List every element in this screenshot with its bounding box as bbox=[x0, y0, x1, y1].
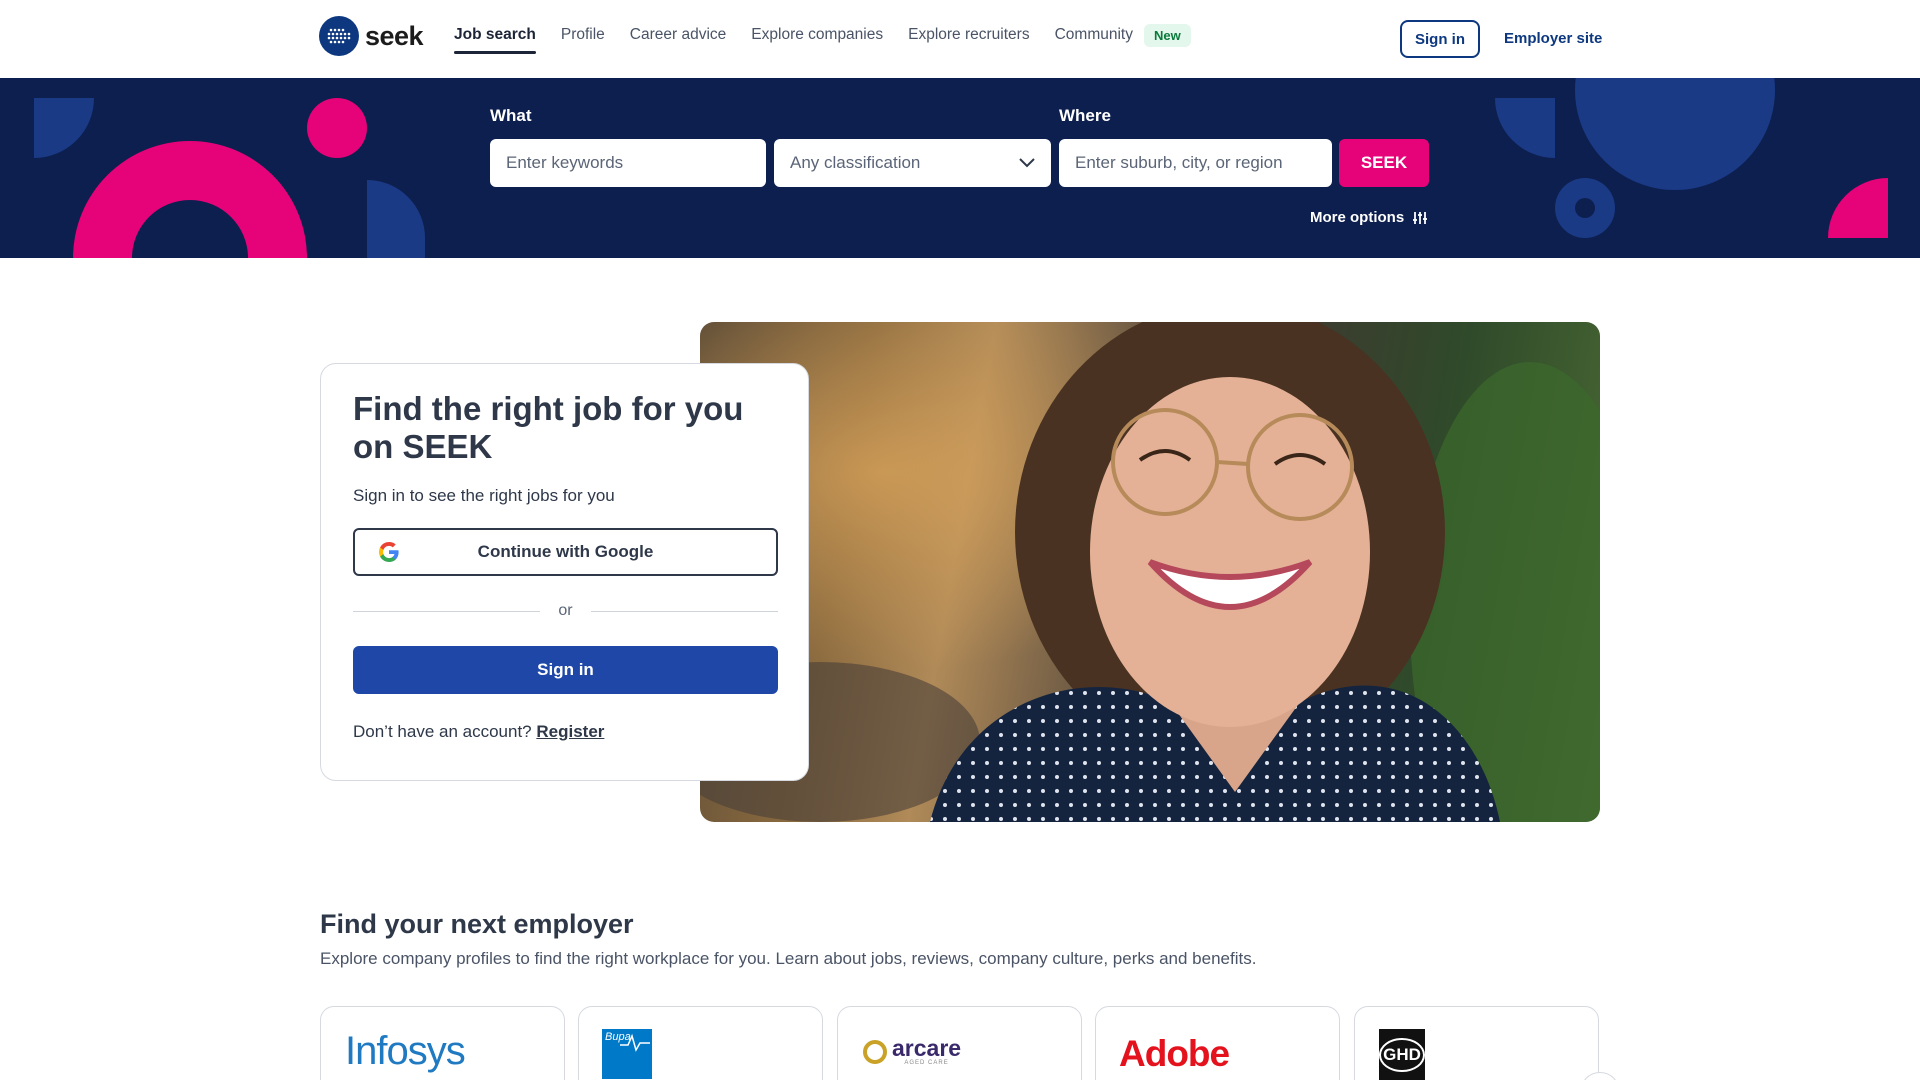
main-nav: Job search Profile Career advice Explore… bbox=[454, 23, 1191, 54]
location-input[interactable] bbox=[1059, 139, 1332, 187]
arcare-logo-text: arcare bbox=[892, 1035, 962, 1061]
nav-explore-companies[interactable]: Explore companies bbox=[751, 26, 883, 54]
hero-photo-illustration bbox=[700, 322, 1600, 822]
sign-in-button[interactable]: Sign in bbox=[353, 646, 778, 694]
nav-job-search[interactable]: Job search bbox=[454, 26, 536, 54]
nav-community[interactable]: Community bbox=[1055, 26, 1133, 54]
search-banner: What Where Any classification SEEK More … bbox=[0, 78, 1920, 258]
sign-in-card: Find the right job for you on SEEK Sign … bbox=[320, 363, 809, 781]
employer-site-link[interactable]: Employer site bbox=[1504, 30, 1602, 47]
arcare-ring-icon bbox=[863, 1039, 887, 1064]
where-label: Where bbox=[1059, 106, 1111, 125]
hero-photo-smiling-woman bbox=[700, 322, 1600, 822]
keywords-input[interactable] bbox=[490, 139, 766, 187]
register-link[interactable]: Register bbox=[536, 722, 604, 741]
decorative-shapes-left bbox=[34, 98, 425, 258]
ghd-logo: GHD bbox=[1379, 1029, 1425, 1080]
more-options-button[interactable]: More options bbox=[1310, 209, 1428, 226]
divider-line-right bbox=[590, 610, 779, 612]
chevron-down-icon bbox=[1019, 158, 1035, 168]
classification-value: Any classification bbox=[790, 153, 921, 172]
or-text: or bbox=[558, 602, 573, 619]
employers-section-subtitle: Explore company profiles to find the rig… bbox=[320, 949, 1257, 968]
arcare-logo-tagline: AGED CARE bbox=[904, 1060, 949, 1066]
decorative-shapes-right bbox=[1495, 78, 1888, 238]
employer-card-adobe[interactable]: Adobe bbox=[1095, 1006, 1340, 1080]
employer-card-ghd[interactable]: GHD bbox=[1354, 1006, 1599, 1080]
seek-logo-text: seek bbox=[365, 20, 424, 51]
new-badge: New bbox=[1143, 23, 1191, 47]
heartbeat-icon bbox=[620, 1033, 650, 1052]
classification-select[interactable]: Any classification bbox=[774, 139, 1051, 187]
what-label: What bbox=[490, 106, 532, 125]
nav-explore-recruiters[interactable]: Explore recruiters bbox=[908, 26, 1029, 54]
register-prompt: Don’t have an account? Register bbox=[353, 722, 776, 742]
ghd-logo-text: GHD bbox=[1379, 1038, 1425, 1072]
divider-line-left bbox=[353, 610, 541, 612]
nav-career-advice[interactable]: Career advice bbox=[630, 26, 727, 54]
top-navigation: seek Job search Profile Career advice Ex… bbox=[0, 0, 1920, 78]
continue-with-google-button[interactable]: Continue with Google bbox=[353, 528, 778, 576]
more-options-label: More options bbox=[1310, 209, 1405, 226]
seek-logo[interactable]: seek bbox=[319, 15, 424, 57]
seek-search-button[interactable]: SEEK bbox=[1339, 139, 1429, 187]
adobe-logo: Adobe bbox=[1119, 1033, 1230, 1074]
header-sign-in-button[interactable]: Sign in bbox=[1400, 20, 1480, 58]
google-button-label: Continue with Google bbox=[477, 542, 654, 561]
employer-card-bupa[interactable]: Bupa bbox=[578, 1006, 823, 1080]
sign-in-card-subtitle: Sign in to see the right jobs for you bbox=[353, 486, 615, 505]
seek-logo-icon bbox=[319, 16, 359, 56]
no-account-text: Don’t have an account? bbox=[353, 722, 532, 741]
employers-section-title: Find your next employer bbox=[320, 909, 634, 939]
employer-card-arcare[interactable]: arcare AGED CARE bbox=[837, 1006, 1082, 1080]
sliders-icon bbox=[1413, 211, 1428, 224]
infosys-logo: Infosys bbox=[345, 1029, 466, 1073]
employer-card-infosys[interactable]: Infosys bbox=[320, 1006, 565, 1080]
bupa-logo: Bupa bbox=[602, 1029, 652, 1079]
nav-profile[interactable]: Profile bbox=[561, 26, 605, 54]
arcare-logo: arcare AGED CARE bbox=[862, 1037, 961, 1066]
or-divider: or bbox=[353, 602, 779, 620]
sign-in-card-title: Find the right job for you on SEEK bbox=[353, 390, 744, 465]
